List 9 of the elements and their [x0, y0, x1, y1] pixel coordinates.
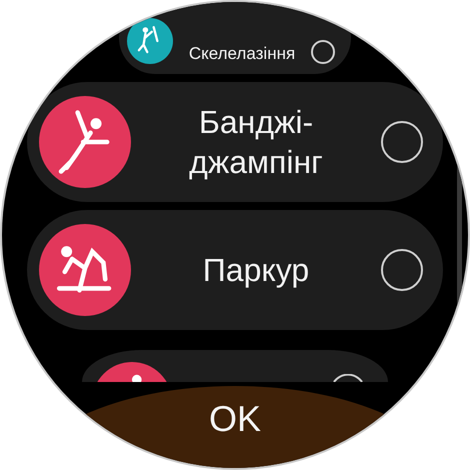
activity-label: Скелелазіння	[188, 42, 296, 64]
activity-item[interactable]: Банджі-джампінг	[27, 82, 443, 202]
radio-button[interactable]	[381, 121, 423, 163]
radio-button[interactable]	[311, 40, 335, 64]
radio-button[interactable]	[381, 249, 423, 291]
activity-label: Паркур	[202, 251, 310, 290]
activity-label: Банджі-джампінг	[188, 103, 324, 182]
activity-item[interactable]: Скелелазіння	[119, 2, 351, 74]
activity-item[interactable]: Паркур	[27, 210, 443, 330]
